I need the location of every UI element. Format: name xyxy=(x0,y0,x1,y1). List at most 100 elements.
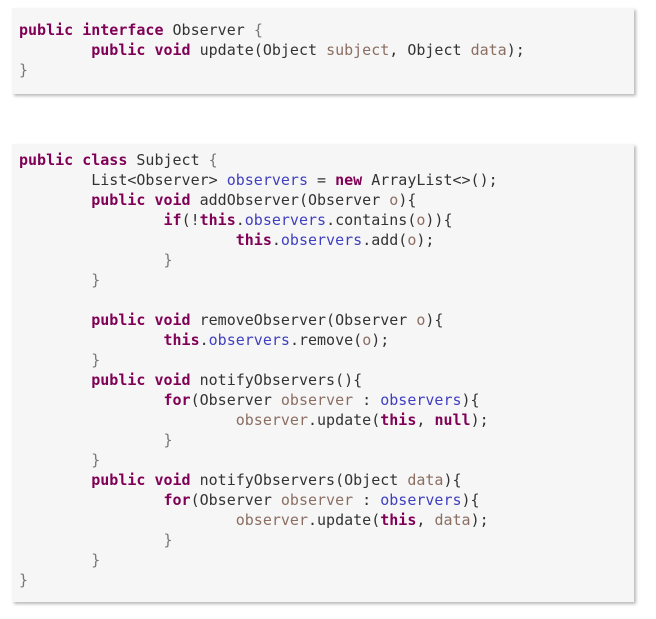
code-text: List<Observer> xyxy=(19,171,227,189)
code-field: observers xyxy=(244,211,327,229)
code-keyword: public xyxy=(91,311,146,329)
code-line: } xyxy=(19,450,498,470)
code-text: . xyxy=(235,211,245,229)
code-text: .update( xyxy=(308,511,381,529)
code-parameter: data xyxy=(470,41,507,59)
code-text: .update( xyxy=(308,411,381,429)
code-field: observers xyxy=(226,171,308,189)
code-keyword: null xyxy=(434,411,471,429)
code-line: public void notifyObservers(Object data)… xyxy=(19,470,498,490)
code-brace: { xyxy=(208,151,218,169)
code-text: ){ xyxy=(461,491,480,509)
code-line: public void update(Object subject, Objec… xyxy=(19,40,525,60)
code-text: ArrayList<>(); xyxy=(362,171,498,189)
code-text: : xyxy=(353,491,381,509)
code-listing[interactable]: public class Subject { List<Observer> ob… xyxy=(19,150,498,590)
code-line: } xyxy=(19,430,498,450)
code-keyword: for xyxy=(163,491,191,509)
code-text: , xyxy=(416,511,435,529)
code-parameter: observer xyxy=(235,411,308,429)
code-text: ); xyxy=(416,231,435,249)
code-keyword: new xyxy=(335,171,363,189)
code-text: ){ xyxy=(443,471,462,489)
code-keyword: this xyxy=(380,411,417,429)
code-keyword: for xyxy=(163,391,191,409)
code-text: .remove( xyxy=(289,331,363,349)
code-text: addObserver(Observer xyxy=(190,191,390,209)
code-text: : xyxy=(353,391,381,409)
code-text: )){ xyxy=(425,211,453,229)
code-brace: } xyxy=(163,251,173,269)
code-brace: } xyxy=(91,351,101,369)
code-text: .add( xyxy=(362,231,408,249)
subject-class-code-block: public class Subject { List<Observer> ob… xyxy=(12,144,634,602)
code-text: (Observer xyxy=(190,491,281,509)
observer-interface-code-block: public interface Observer { public void … xyxy=(12,8,634,94)
code-keyword: void xyxy=(154,371,191,389)
code-keyword: public xyxy=(91,371,146,389)
code-text: . xyxy=(199,331,209,349)
code-text: ); xyxy=(506,41,525,59)
code-line: public void notifyObservers(){ xyxy=(19,370,498,390)
code-brace: } xyxy=(91,271,101,289)
code-line: } xyxy=(19,550,498,570)
code-line: } xyxy=(19,530,498,550)
code-text: .contains( xyxy=(326,211,417,229)
code-brace: } xyxy=(163,431,173,449)
code-text: . xyxy=(271,231,281,249)
code-text: notifyObservers(){ xyxy=(190,371,363,389)
code-field: observers xyxy=(208,331,290,349)
code-line: List<Observer> observers = new ArrayList… xyxy=(19,170,498,190)
code-keyword: void xyxy=(154,191,191,209)
code-brace: } xyxy=(19,571,29,589)
code-keyword: this xyxy=(380,511,417,529)
code-line: public void addObserver(Observer o){ xyxy=(19,190,498,210)
code-field: observers xyxy=(380,391,462,409)
code-keyword: public xyxy=(91,191,146,209)
code-text: notifyObservers(Object xyxy=(190,471,408,489)
code-text: ){ xyxy=(398,191,417,209)
code-listing[interactable]: public interface Observer { public void … xyxy=(19,20,525,80)
code-text: ); xyxy=(470,411,489,429)
code-line: this.observers.add(o); xyxy=(19,230,498,250)
code-keyword: this xyxy=(199,211,236,229)
code-text: Subject xyxy=(127,151,209,169)
code-line: observer.update(this, null); xyxy=(19,410,498,430)
code-keyword: void xyxy=(154,311,191,329)
code-line: } xyxy=(19,570,498,590)
code-text: = xyxy=(308,171,336,189)
code-brace: { xyxy=(253,21,263,39)
code-line: } xyxy=(19,350,498,370)
code-keyword: public xyxy=(19,21,74,39)
code-parameter: o xyxy=(362,331,372,349)
code-text: ); xyxy=(470,511,489,529)
code-text: (Observer xyxy=(190,391,281,409)
code-line: } xyxy=(19,250,498,270)
code-line: public void removeObserver(Observer o){ xyxy=(19,310,498,330)
code-field: observers xyxy=(380,491,462,509)
code-keyword: public xyxy=(91,41,146,59)
code-keyword: void xyxy=(154,41,191,59)
code-keyword: this xyxy=(163,331,200,349)
code-text: update(Object xyxy=(190,41,327,59)
code-line: } xyxy=(19,270,498,290)
code-parameter: o xyxy=(389,191,399,209)
code-text: ); xyxy=(371,331,390,349)
code-brace: } xyxy=(19,61,29,79)
code-text: , Object xyxy=(389,41,471,59)
code-keyword: this xyxy=(235,231,272,249)
code-keyword: public xyxy=(19,151,74,169)
code-line: this.observers.remove(o); xyxy=(19,330,498,350)
code-text: ){ xyxy=(425,311,444,329)
code-line: public class Subject { xyxy=(19,150,498,170)
